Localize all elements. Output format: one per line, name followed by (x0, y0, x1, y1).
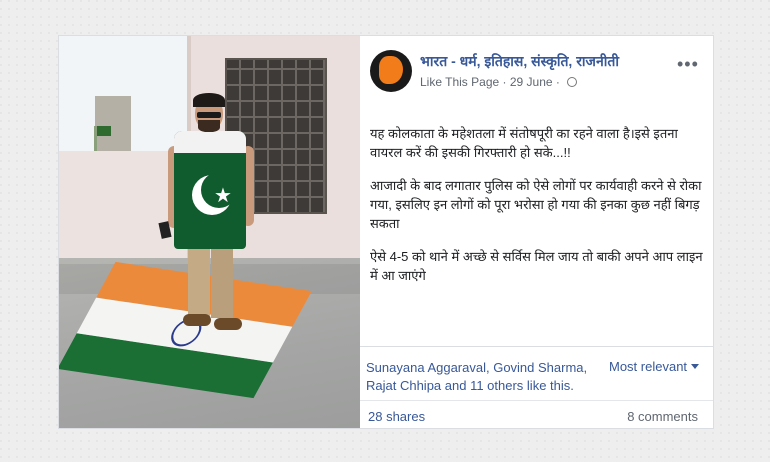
post-text: यह कोलकाता के महेशतला में संतोषपूरी का र… (370, 124, 706, 299)
reactions-divider (360, 346, 713, 347)
caret-down-icon (691, 364, 700, 369)
globe-icon (567, 77, 578, 87)
person-right-leg (211, 246, 233, 318)
person-left-shoe (183, 314, 211, 326)
likes-summary-link[interactable]: Sunayana Aggaraval, Govind Sharma, Rajat… (366, 359, 606, 395)
post-paragraph: ऐसे 4-5 को थाने में अच्छे से सर्विस मिल … (370, 249, 703, 283)
facebook-post-card: ★ भारत - धर्म, इतिहास, संस्कृति, राजनीती… (58, 35, 714, 429)
more-options-icon[interactable]: ••• (677, 54, 699, 75)
shirt-white-band (174, 131, 246, 153)
page-name-link[interactable]: भारत - धर्म, इतिहास, संस्कृति, राजनीती (420, 52, 619, 71)
post-meta: Like This Page · 29 June · (420, 75, 578, 89)
person-beard (198, 120, 220, 132)
meta-separator: · (502, 75, 507, 89)
comments-link[interactable]: 8 comments (627, 409, 698, 424)
like-page-link[interactable]: Like This Page (420, 75, 499, 89)
sort-label: Most relevant (609, 359, 688, 374)
footer-divider (360, 400, 713, 401)
post-paragraph: यह कोलकाता के महेशतला में संतोषपूरी का र… (370, 126, 678, 160)
person-flag-shirt: ★ (174, 131, 246, 249)
shirt-star: ★ (214, 183, 232, 207)
person-hair (193, 93, 225, 107)
post-content: भारत - धर्म, इतिहास, संस्कृति, राजनीती L… (360, 36, 713, 428)
person-sunglasses (197, 112, 221, 118)
meta-separator-2: · (555, 75, 560, 89)
post-photo[interactable]: ★ (59, 36, 360, 428)
post-paragraph: आजादी के बाद लगातार पुलिस को ऐसे लोगों प… (370, 178, 702, 231)
comment-sort-dropdown[interactable]: Most relevant (609, 359, 700, 374)
page-avatar[interactable] (370, 50, 412, 92)
photo-person: ★ (59, 36, 360, 428)
india-map-icon (379, 56, 403, 84)
post-date-link[interactable]: 29 June (510, 75, 553, 89)
person-right-shoe (214, 318, 242, 330)
person-left-leg (188, 246, 210, 318)
shares-link[interactable]: 28 shares (368, 409, 425, 424)
